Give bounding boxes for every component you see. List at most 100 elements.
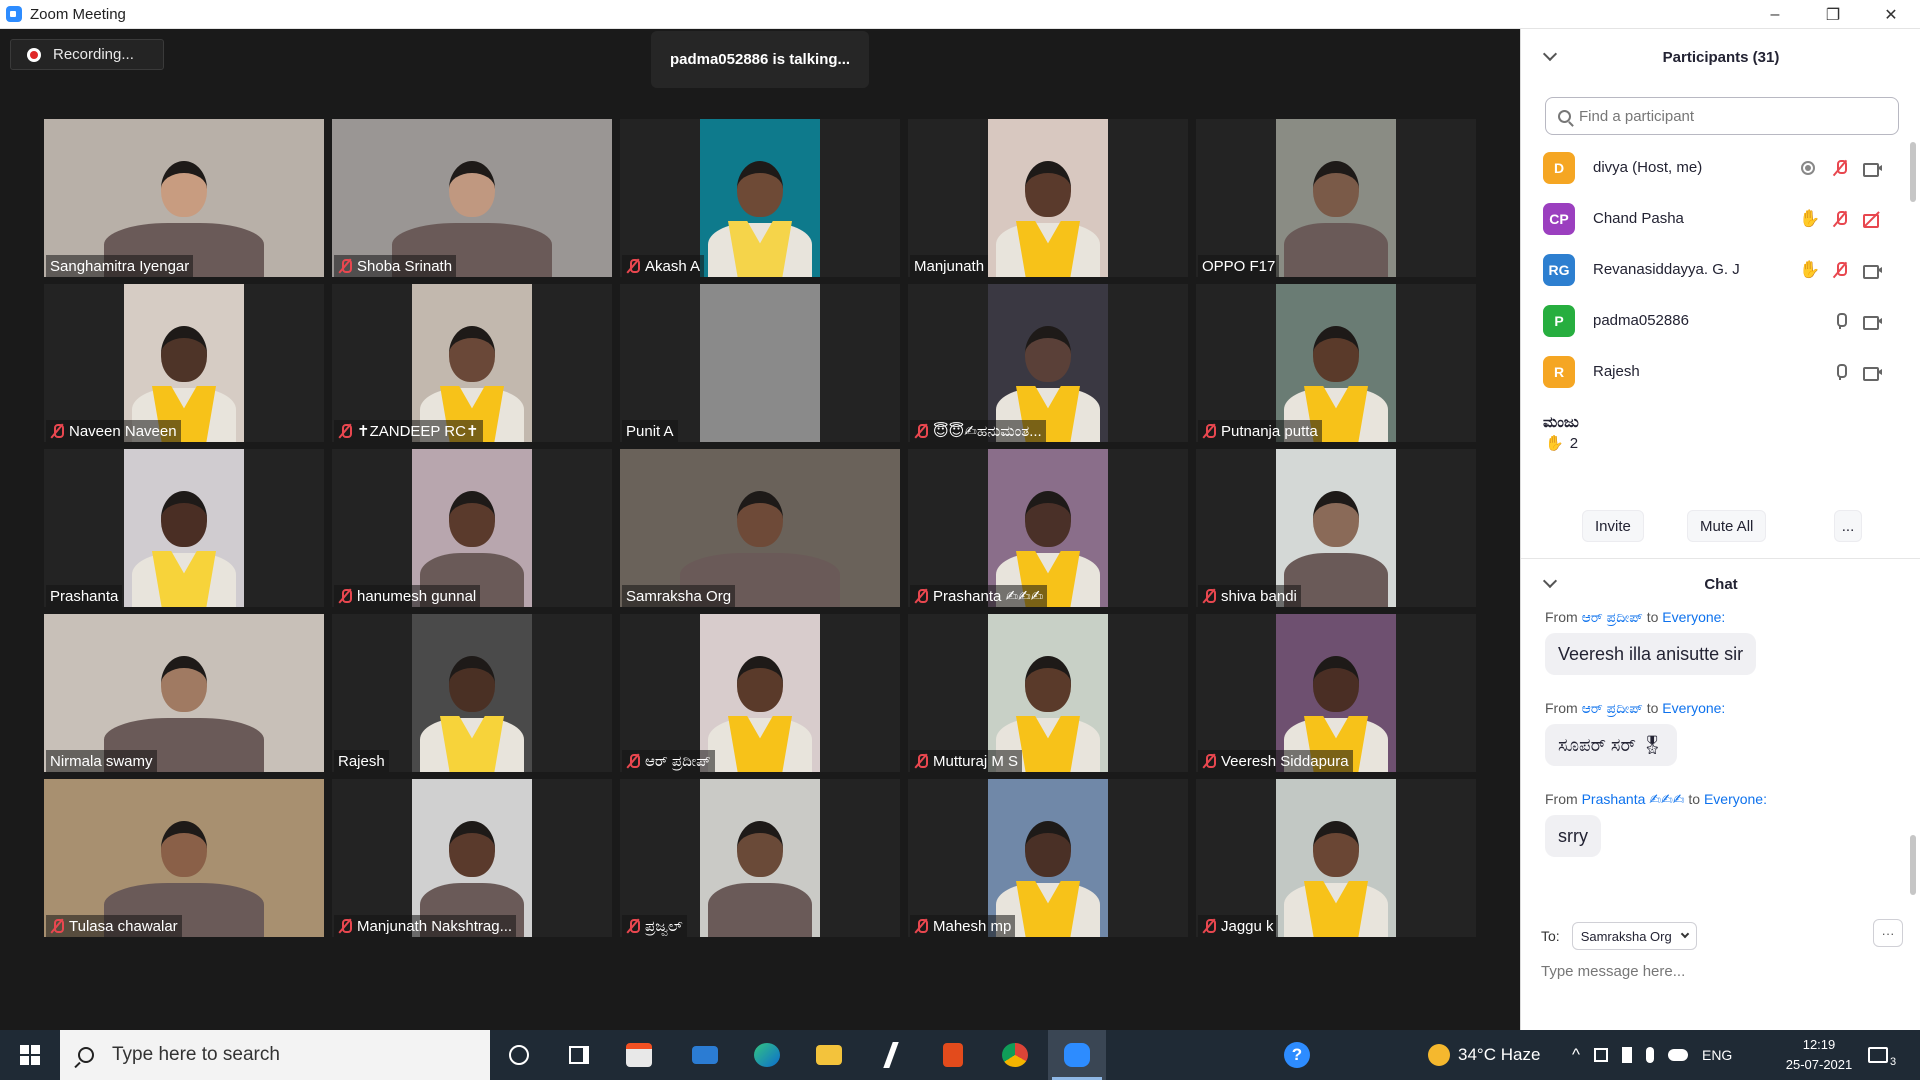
- chevron-up-icon[interactable]: ^: [1572, 1045, 1580, 1065]
- language-indicator[interactable]: ENG: [1702, 1047, 1732, 1063]
- video-tile[interactable]: Prashanta ✍✍✍: [908, 449, 1188, 607]
- video-tile[interactable]: Nirmala swamy: [44, 614, 324, 772]
- windows-start-icon[interactable]: [20, 1045, 40, 1065]
- video-icon[interactable]: [1863, 261, 1882, 279]
- video-tile[interactable]: ಪ್ರಜ್ವಲ್: [620, 779, 900, 937]
- video-tile[interactable]: 😇😇✍ಹನುಮಂತ...: [908, 284, 1188, 442]
- video-tile[interactable]: Mahesh mp: [908, 779, 1188, 937]
- video-tile[interactable]: Sanghamitra Iyengar: [44, 119, 324, 277]
- hand-icon[interactable]: ✋: [1799, 209, 1820, 228]
- task-view-icon[interactable]: [550, 1030, 608, 1080]
- mic-icon[interactable]: [1831, 363, 1849, 381]
- cortana-icon[interactable]: [490, 1030, 548, 1080]
- video-tile[interactable]: Samraksha Org: [620, 449, 900, 607]
- video-tile[interactable]: Rajesh: [332, 614, 612, 772]
- video-tile[interactable]: Manjunath Nakshtrag...: [332, 779, 612, 937]
- maximize-button[interactable]: ❐: [1804, 0, 1862, 29]
- person-head: [161, 326, 207, 382]
- mail-icon[interactable]: [676, 1030, 734, 1080]
- weather-widget[interactable]: 34°C Haze: [1428, 1030, 1540, 1080]
- mic-off-icon[interactable]: [1831, 261, 1849, 279]
- participant-status-icons: [1831, 312, 1882, 330]
- store-icon[interactable]: [610, 1030, 668, 1080]
- mic-off-icon: [914, 918, 928, 934]
- video-tile[interactable]: Punit A: [620, 284, 900, 442]
- chrome-icon[interactable]: [986, 1030, 1044, 1080]
- participant-search-input[interactable]: [1579, 107, 1879, 125]
- video-tile[interactable]: Tulasa chawalar: [44, 779, 324, 937]
- video-tile[interactable]: Jaggu k: [1196, 779, 1476, 937]
- video-tile[interactable]: hanumesh gunnal: [332, 449, 612, 607]
- more-options-button[interactable]: ...: [1834, 510, 1862, 542]
- chat-to[interactable]: Everyone:: [1704, 791, 1767, 807]
- chat-scrollbar[interactable]: [1910, 835, 1916, 895]
- participant-row[interactable]: CP Chand Pasha ✋: [1521, 193, 1911, 244]
- taskbar-search-input[interactable]: [112, 1044, 472, 1066]
- usb-icon[interactable]: [1621, 1047, 1632, 1063]
- recipient-select[interactable]: Samraksha Org: [1571, 922, 1697, 950]
- edge-icon[interactable]: [738, 1030, 796, 1080]
- video-tile[interactable]: Shoba Srinath: [332, 119, 612, 277]
- chevron-down-icon[interactable]: [1542, 46, 1558, 62]
- invite-button[interactable]: Invite: [1582, 510, 1644, 542]
- chat-to[interactable]: Everyone:: [1662, 700, 1725, 716]
- video-tile[interactable]: Mutturaj M S: [908, 614, 1188, 772]
- taskbar-search[interactable]: [60, 1030, 490, 1080]
- mic-icon[interactable]: [1831, 312, 1849, 330]
- video-tile[interactable]: ಆರ್ ಪ್ರದೀಪ್: [620, 614, 900, 772]
- help-icon[interactable]: ?: [1268, 1030, 1326, 1080]
- cloud-icon[interactable]: [1667, 1049, 1688, 1061]
- chat-from[interactable]: Prashanta: [1582, 791, 1646, 807]
- hand-icon[interactable]: ✋: [1799, 260, 1820, 279]
- video-icon[interactable]: [1863, 159, 1882, 177]
- microphone-icon[interactable]: [1645, 1047, 1654, 1063]
- minimize-button[interactable]: –: [1746, 0, 1804, 29]
- chevron-down-icon[interactable]: [1542, 573, 1558, 589]
- taskbar-clock[interactable]: 12:19 25-07-2021: [1774, 1035, 1864, 1075]
- chat-more-button[interactable]: ···: [1873, 919, 1903, 947]
- video-off-icon[interactable]: [1863, 210, 1881, 228]
- recording-indicator[interactable]: Recording...: [10, 39, 164, 70]
- video-tile[interactable]: Naveen Naveen: [44, 284, 324, 442]
- video-icon[interactable]: [1863, 363, 1882, 381]
- mute-all-button[interactable]: Mute All: [1687, 510, 1767, 542]
- chat-from-prefix: From: [1545, 609, 1578, 625]
- office-icon[interactable]: [924, 1030, 982, 1080]
- video-tile[interactable]: shiva bandi: [1196, 449, 1476, 607]
- tile-name: Tulasa chawalar: [69, 917, 178, 935]
- winamp-icon[interactable]: [862, 1030, 920, 1080]
- video-icon[interactable]: [1863, 312, 1882, 330]
- chat-to[interactable]: Everyone:: [1662, 609, 1725, 625]
- zoom-taskbar-icon[interactable]: [1048, 1030, 1106, 1080]
- close-button[interactable]: ✕: [1862, 0, 1920, 29]
- video-tile[interactable]: Prashanta: [44, 449, 324, 607]
- file-explorer-icon[interactable]: [800, 1030, 858, 1080]
- video-tile[interactable]: Manjunath: [908, 119, 1188, 277]
- tile-name: Mahesh mp: [933, 917, 1012, 935]
- mic-off-icon[interactable]: [1831, 210, 1849, 228]
- participant-row[interactable]: RG Revanasiddayya. G. J ✋: [1521, 244, 1911, 295]
- video-feed: [988, 284, 1108, 442]
- participant-row[interactable]: Ddivya (Host, me): [1521, 142, 1911, 193]
- participant-row[interactable]: ಮಂಜು: [1521, 397, 1911, 442]
- notification-center[interactable]: 3: [1868, 1030, 1896, 1080]
- participant-name-label: Mahesh mp: [910, 915, 1016, 937]
- video-tile[interactable]: OPPO F17: [1196, 119, 1476, 277]
- network-icon[interactable]: [1593, 1048, 1608, 1062]
- participant-row[interactable]: Ppadma052886: [1521, 295, 1911, 346]
- participant-list-scrollbar[interactable]: [1910, 142, 1916, 202]
- participant-row[interactable]: R Rajesh: [1521, 346, 1911, 397]
- video-tile[interactable]: Akash A: [620, 119, 900, 277]
- chat-from[interactable]: ಆರ್ ಪ್ರದೀಪ್: [1582, 609, 1643, 625]
- participant-search[interactable]: [1545, 97, 1899, 135]
- video-tile[interactable]: Putnanja putta: [1196, 284, 1476, 442]
- person-head: [737, 161, 783, 217]
- video-tile[interactable]: ✝ZANDEEP RC✝: [332, 284, 612, 442]
- chat-from[interactable]: ಆರ್ ಪ್ರದೀಪ್: [1582, 700, 1643, 716]
- person-head: [449, 656, 495, 712]
- mic-off-icon[interactable]: [1831, 159, 1849, 177]
- video-tile[interactable]: Veeresh Siddapura: [1196, 614, 1476, 772]
- chat-message-input[interactable]: [1541, 957, 1901, 985]
- record-icon[interactable]: [1799, 159, 1817, 177]
- chevron-down-icon: [1680, 929, 1689, 939]
